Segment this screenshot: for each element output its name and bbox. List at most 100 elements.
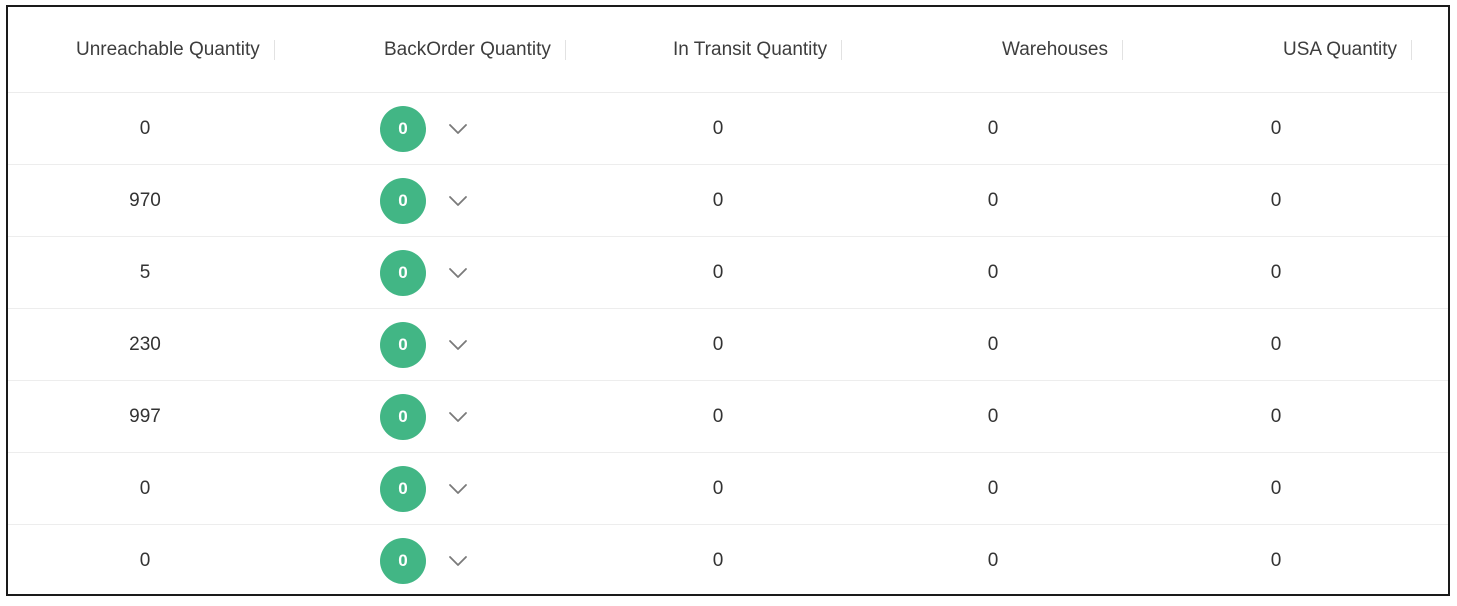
cell-in-transit-quantity: 0 — [678, 309, 758, 381]
table-header: Unreachable Quantity BackOrder Quantity … — [8, 7, 1448, 93]
cell-backorder-quantity: 0 — [380, 381, 426, 453]
cell-in-transit-quantity: 0 — [678, 381, 758, 453]
cell-backorder-quantity: 0 — [380, 237, 426, 309]
badge-value: 0 — [398, 191, 408, 210]
column-header-label: In Transit Quantity — [673, 38, 828, 60]
backorder-badge[interactable]: 0 — [380, 466, 426, 512]
badge-value: 0 — [398, 407, 408, 426]
cell-value: 0 — [1270, 190, 1282, 211]
table-row: 970 0 0 0 0 — [8, 165, 1448, 237]
cell-value: 0 — [987, 190, 999, 211]
cell-value: 0 — [712, 550, 724, 571]
cell-unreachable-quantity: 230 — [105, 309, 185, 381]
badge-value: 0 — [398, 335, 408, 354]
column-header-label: USA Quantity — [1283, 38, 1398, 60]
column-header-label: Unreachable Quantity — [76, 38, 260, 60]
column-header-label: Warehouses — [1002, 38, 1108, 60]
cell-warehouses: 0 — [953, 93, 1033, 165]
cell-value: 0 — [139, 550, 151, 571]
chevron-down-icon[interactable] — [447, 262, 469, 284]
backorder-badge[interactable]: 0 — [380, 250, 426, 296]
cell-value: 997 — [129, 406, 161, 427]
backorder-badge[interactable]: 0 — [380, 106, 426, 152]
cell-warehouses: 0 — [953, 237, 1033, 309]
chevron-down-icon[interactable] — [447, 118, 469, 140]
table-row: 0 0 0 0 0 — [8, 525, 1448, 594]
table-row: 5 0 0 0 0 — [8, 237, 1448, 309]
cell-warehouses: 0 — [953, 309, 1033, 381]
cell-usa-quantity: 0 — [1236, 453, 1316, 525]
cell-unreachable-quantity: 970 — [105, 165, 185, 237]
cell-unreachable-quantity: 997 — [105, 381, 185, 453]
cell-backorder-quantity: 0 — [380, 525, 426, 594]
cell-usa-quantity: 0 — [1236, 165, 1316, 237]
cell-value: 0 — [139, 118, 151, 139]
cell-value: 230 — [129, 334, 161, 355]
table-row: 0 0 0 0 0 — [8, 93, 1448, 165]
cell-value: 0 — [1270, 478, 1282, 499]
cell-value: 0 — [712, 262, 724, 283]
backorder-badge[interactable]: 0 — [380, 178, 426, 224]
table-row: 230 0 0 0 0 — [8, 309, 1448, 381]
backorder-badge[interactable]: 0 — [380, 394, 426, 440]
cell-value: 0 — [139, 478, 151, 499]
cell-value: 0 — [987, 262, 999, 283]
cell-value: 0 — [712, 190, 724, 211]
badge-value: 0 — [398, 551, 408, 570]
cell-value: 970 — [129, 190, 161, 211]
chevron-down-icon[interactable] — [447, 550, 469, 572]
chevron-down-icon[interactable] — [447, 190, 469, 212]
cell-value: 0 — [712, 478, 724, 499]
column-header-label: BackOrder Quantity — [384, 38, 551, 60]
backorder-badge[interactable]: 0 — [380, 538, 426, 584]
cell-unreachable-quantity: 0 — [105, 453, 185, 525]
chevron-down-icon[interactable] — [447, 406, 469, 428]
cell-backorder-quantity: 0 — [380, 453, 426, 525]
column-divider — [841, 39, 843, 60]
cell-warehouses: 0 — [953, 381, 1033, 453]
cell-value: 0 — [1270, 118, 1282, 139]
cell-usa-quantity: 0 — [1236, 309, 1316, 381]
cell-usa-quantity: 0 — [1236, 525, 1316, 594]
column-header-warehouses[interactable]: Warehouses — [1002, 7, 1123, 92]
table-body: 0 0 0 0 0 970 0 0 0 0 5 0 0 0 0 230 0 0 0 0 997 0 0 0 0 0 0 0 0 0 0 0 0 0… — [8, 93, 1448, 594]
cell-in-transit-quantity: 0 — [678, 525, 758, 594]
chevron-down-icon[interactable] — [447, 334, 469, 356]
cell-value: 0 — [1270, 550, 1282, 571]
table-row: 997 0 0 0 0 — [8, 381, 1448, 453]
cell-warehouses: 0 — [953, 165, 1033, 237]
cell-value: 5 — [139, 262, 151, 283]
cell-value: 0 — [712, 118, 724, 139]
cell-in-transit-quantity: 0 — [678, 453, 758, 525]
chevron-down-icon[interactable] — [447, 478, 469, 500]
cell-warehouses: 0 — [953, 525, 1033, 594]
cell-value: 0 — [712, 334, 724, 355]
cell-usa-quantity: 0 — [1236, 237, 1316, 309]
column-divider — [564, 39, 566, 60]
badge-value: 0 — [398, 479, 408, 498]
cell-backorder-quantity: 0 — [380, 309, 426, 381]
column-header-in-transit-quantity[interactable]: In Transit Quantity — [673, 7, 843, 92]
cell-unreachable-quantity: 0 — [105, 93, 185, 165]
cell-warehouses: 0 — [953, 453, 1033, 525]
cell-in-transit-quantity: 0 — [678, 165, 758, 237]
column-header-unreachable-quantity[interactable]: Unreachable Quantity — [76, 7, 275, 92]
column-divider — [273, 39, 275, 60]
column-header-backorder-quantity[interactable]: BackOrder Quantity — [384, 7, 566, 92]
inventory-table: Unreachable Quantity BackOrder Quantity … — [6, 5, 1450, 596]
backorder-badge[interactable]: 0 — [380, 322, 426, 368]
column-header-usa-quantity[interactable]: USA Quantity — [1283, 7, 1413, 92]
cell-value: 0 — [1270, 334, 1282, 355]
cell-backorder-quantity: 0 — [380, 165, 426, 237]
cell-in-transit-quantity: 0 — [678, 237, 758, 309]
table-row: 0 0 0 0 0 — [8, 453, 1448, 525]
cell-value: 0 — [987, 334, 999, 355]
cell-usa-quantity: 0 — [1236, 93, 1316, 165]
badge-value: 0 — [398, 263, 408, 282]
cell-unreachable-quantity: 5 — [105, 237, 185, 309]
cell-value: 0 — [712, 406, 724, 427]
cell-value: 0 — [987, 406, 999, 427]
column-divider — [1411, 39, 1413, 60]
cell-value: 0 — [1270, 262, 1282, 283]
cell-usa-quantity: 0 — [1236, 381, 1316, 453]
